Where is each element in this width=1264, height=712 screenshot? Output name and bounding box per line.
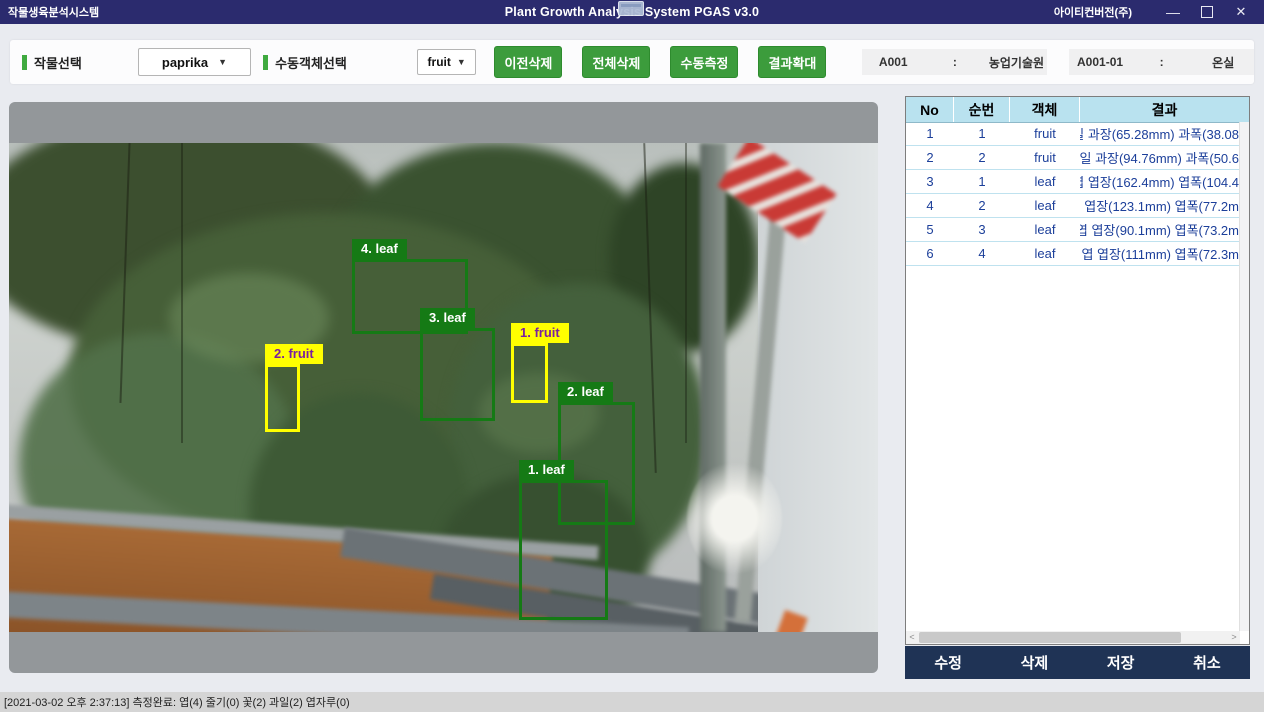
edit-button[interactable]: 수정 [905,652,991,673]
cell-seq: 3 [954,218,1010,241]
panel-action-bar: 수정삭제저장취소 [905,646,1250,679]
chevron-down-icon: ▼ [218,57,227,67]
image-viewer: 4. leaf 3. leaf 1. fruit 2. fruit 2. leaf 1. … [9,102,878,673]
annotation-label: 3. leaf [420,308,475,328]
table-row[interactable]: 42leaf엽 엽장(123.1mm) 엽폭(77.2m [906,194,1240,218]
annotation-label: 2. leaf [558,382,613,402]
annotation-box-leaf[interactable]: 1. leaf [519,480,608,620]
cell-result: 과일 과장(65.28mm) 과폭(38.08 [1080,122,1240,145]
crop-select-label: 작물선택 [34,53,82,72]
room-code: A001-01 [1069,55,1131,69]
annotation-box-fruit[interactable]: 2. fruit [265,364,300,432]
scroll-right-icon[interactable]: > [1228,631,1240,644]
scrollbar-thumb[interactable] [919,632,1181,643]
annotation-layer: 4. leaf 3. leaf 1. fruit 2. fruit 2. leaf 1. … [9,102,878,673]
annotation-label: 1. fruit [511,323,569,343]
results-table: No순번객체결과 11fruit과일 과장(65.28mm) 과폭(38.082… [905,96,1250,645]
site-code: A001 [862,55,924,69]
manual-object-label: 수동객체선택 [275,53,347,72]
minimize-button[interactable]: — [1156,0,1190,24]
table-header: No순번객체결과 [906,97,1249,123]
toolbar: 작물선택 paprika ▼ 수동객체선택 fruit ▼ 이전삭제 전체삭제 수동… [10,40,1254,84]
cancel-button[interactable]: 취소 [1164,652,1250,673]
room-info-box: A001-01 : 온실 [1069,49,1254,75]
manual-measure-button[interactable]: 수동측정 [670,46,738,78]
room-name: 온실 [1192,54,1254,71]
close-button[interactable]: ✕ [1224,0,1258,24]
annotation-label: 2. fruit [265,344,323,364]
overlay-window-icon [618,1,644,16]
cell-seq: 1 [954,122,1010,145]
annotation-label: 1. leaf [519,460,574,480]
column-header-3: 결과 [1080,97,1249,122]
annotation-box-fruit[interactable]: 1. fruit [511,343,548,403]
cell-object: fruit [1010,122,1080,145]
maximize-button[interactable] [1190,0,1224,24]
cell-seq: 2 [954,146,1010,169]
table-row[interactable]: 53leaf엽 엽장(90.1mm) 엽폭(73.2m [906,218,1240,242]
column-header-0: No [906,97,954,122]
cell-object: leaf [1010,218,1080,241]
cell-result: 엽 엽장(162.4mm) 엽폭(104.4 [1080,170,1240,193]
accent-bar [263,55,268,70]
site-name: 농업기술원 [986,54,1048,71]
table-row[interactable]: 22fruit과일 과장(94.76mm) 과폭(50.6 [906,146,1240,170]
cell-object: fruit [1010,146,1080,169]
annotation-label: 4. leaf [352,239,407,259]
scroll-left-icon[interactable]: < [906,631,918,644]
site-separator: : [924,55,986,69]
cell-object: leaf [1010,194,1080,217]
company-name: 아이티컨버전(주) [1054,4,1132,20]
annotation-box-leaf[interactable]: 3. leaf [420,328,495,421]
table-row[interactable]: 11fruit과일 과장(65.28mm) 과폭(38.08 [906,122,1240,146]
accent-bar [22,55,27,70]
title-bar: 작물생육분석시스템 Plant Growth Analysis System P… [0,0,1264,24]
table-row[interactable]: 31leaf엽 엽장(162.4mm) 엽폭(104.4 [906,170,1240,194]
column-header-2: 객체 [1010,97,1080,122]
cell-result: 엽 엽장(123.1mm) 엽폭(77.2m [1080,194,1240,217]
delete-all-button[interactable]: 전체삭제 [582,46,650,78]
status-text: [2021-03-02 오후 2:37:13] 측정완료: 엽(4) 줄기(0)… [4,694,350,710]
enlarge-result-button[interactable]: 결과확대 [758,46,826,78]
cell-object: leaf [1010,170,1080,193]
table-body: 11fruit과일 과장(65.28mm) 과폭(38.0822fruit과일 … [906,122,1240,631]
window-controls: — ✕ [1156,0,1258,24]
manual-object-dropdown[interactable]: fruit ▼ [417,49,477,75]
toolbar-buttons: 이전삭제 전체삭제 수동측정 결과확대 [494,46,846,78]
cell-no: 2 [906,146,954,169]
status-bar: [2021-03-02 오후 2:37:13] 측정완료: 엽(4) 줄기(0)… [0,692,1264,712]
cell-no: 5 [906,218,954,241]
delete-previous-button[interactable]: 이전삭제 [494,46,562,78]
room-separator: : [1131,55,1193,69]
horizontal-scrollbar[interactable]: < > [906,631,1240,644]
column-header-1: 순번 [954,97,1010,122]
cell-no: 3 [906,170,954,193]
cell-no: 6 [906,242,954,265]
cell-result: 엽 엽장(90.1mm) 엽폭(73.2m [1080,218,1240,241]
maximize-icon [1201,6,1213,18]
chevron-down-icon: ▼ [457,57,466,67]
save-button[interactable]: 저장 [1078,652,1164,673]
cell-seq: 4 [954,242,1010,265]
cell-seq: 2 [954,194,1010,217]
cell-result: 과일 과장(94.76mm) 과폭(50.6 [1080,146,1240,169]
crop-select-value: paprika [162,55,208,70]
results-panel: No순번객체결과 11fruit과일 과장(65.28mm) 과폭(38.082… [905,96,1250,679]
vertical-scrollbar[interactable] [1239,122,1249,631]
table-row[interactable]: 64leaf엽 엽장(111mm) 엽폭(72.3m [906,242,1240,266]
cell-no: 1 [906,122,954,145]
crop-select-dropdown[interactable]: paprika ▼ [138,48,251,76]
cell-seq: 1 [954,170,1010,193]
site-info-box: A001 : 농업기술원 [862,49,1047,75]
cell-no: 4 [906,194,954,217]
manual-object-value: fruit [428,55,451,69]
cell-result: 엽 엽장(111mm) 엽폭(72.3m [1080,242,1240,265]
delete-button[interactable]: 삭제 [991,652,1077,673]
cell-object: leaf [1010,242,1080,265]
